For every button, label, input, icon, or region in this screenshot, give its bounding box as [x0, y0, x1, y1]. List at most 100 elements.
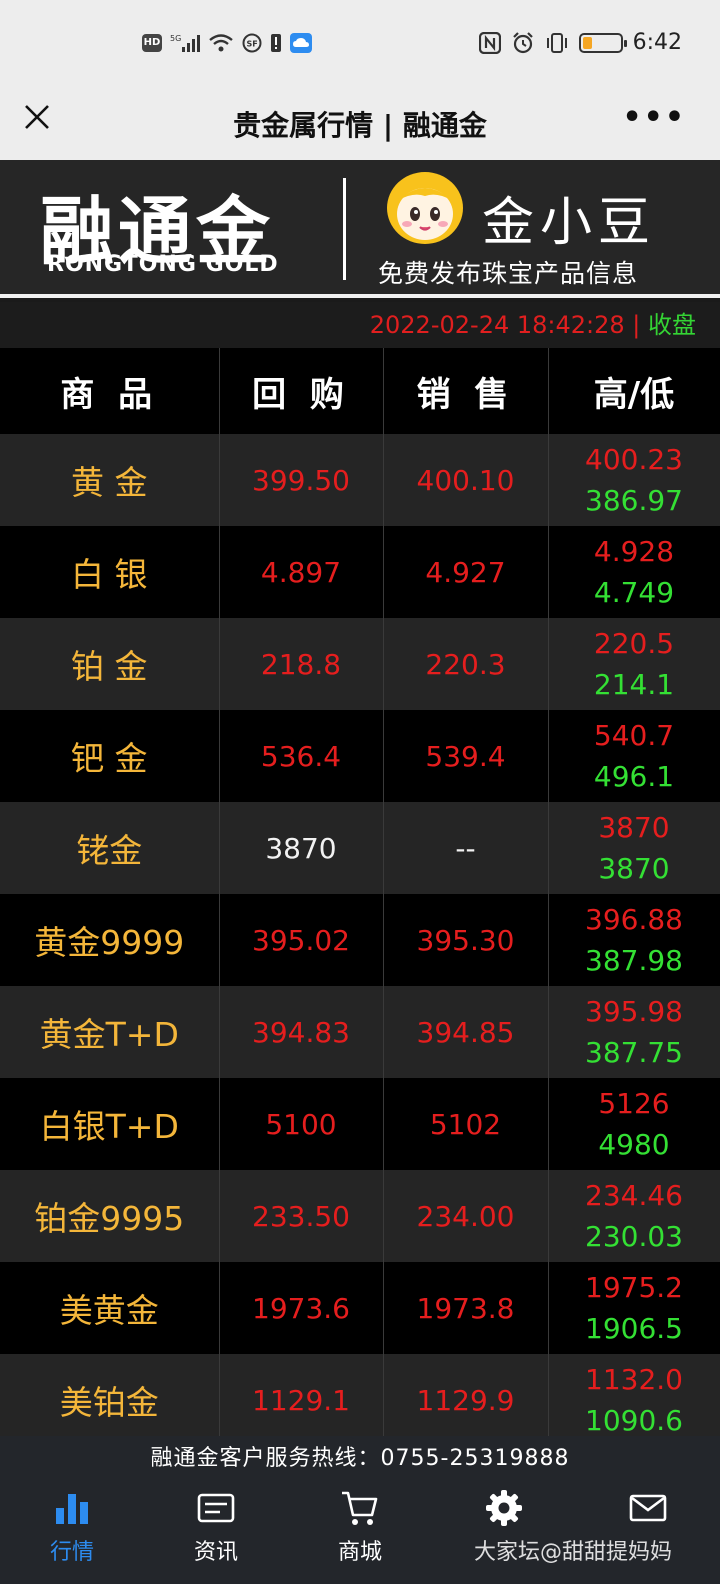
buyback-price: 218.8 [219, 618, 384, 710]
table-row[interactable]: 铑金 3870 -- 3870 3870 [0, 802, 720, 894]
news-card-icon [197, 1493, 235, 1523]
table-row[interactable]: 钯 金 536.4 539.4 540.7 496.1 [0, 710, 720, 802]
update-timestamp: 2022-02-24 18:42:28 [369, 311, 625, 339]
status-bar: HD 5G SF 6:42 [0, 0, 720, 90]
low-price: 214.1 [593, 668, 675, 701]
webview-nav-bar: 贵金属行情 | 融通金 ••• [0, 90, 720, 160]
col-header-high-low: 高/低 [548, 348, 720, 434]
svg-text:SF: SF [247, 40, 258, 49]
tab-label: 商城 [337, 1540, 382, 1565]
low-price: 1090.6 [585, 1404, 683, 1437]
buyback-price: 1129.1 [219, 1354, 384, 1446]
high-low-cell: 234.46 230.03 [548, 1170, 720, 1262]
sell-price: 394.85 [383, 986, 549, 1078]
table-row[interactable]: 白银T+D 5100 5102 5126 4980 [0, 1078, 720, 1170]
page-title: 贵金属行情 | 融通金 [233, 109, 487, 142]
buyback-price: 536.4 [219, 710, 384, 802]
buyback-price: 394.83 [219, 986, 384, 1078]
high-price: 234.46 [585, 1179, 683, 1212]
tab-mall[interactable]: 商城 [288, 1482, 432, 1584]
product-name: 黄 金 [0, 434, 220, 526]
low-price: 3870 [598, 852, 670, 885]
more-menu-button[interactable]: ••• [622, 100, 686, 135]
col-header-buyback: 回 购 [219, 348, 384, 434]
clock: 6:42 [632, 30, 682, 55]
high-low-cell: 1132.0 1090.6 [548, 1354, 720, 1446]
status-right-icons: 6:42 [478, 30, 682, 55]
watermark-text: 大家坛@甜甜提妈妈 [474, 1540, 673, 1565]
low-price: 1906.5 [585, 1312, 683, 1345]
high-price: 395.98 [585, 995, 683, 1028]
buyback-price: 399.50 [219, 434, 384, 526]
col-header-sell: 销 售 [383, 348, 549, 434]
product-name: 黄金T+D [0, 986, 220, 1078]
price-table: 商 品 回 购 销 售 高/低 黄 金 399.50 400.10 400.23 386… [0, 348, 720, 1446]
table-row[interactable]: 黄金9999 395.02 395.30 396.88 387.98 [0, 894, 720, 986]
signal-5g-icon: 5G [170, 34, 200, 52]
product-name: 铂金9995 [0, 1170, 220, 1262]
vibrate-icon [546, 32, 567, 53]
high-low-cell: 3870 3870 [548, 802, 720, 894]
mascot-brand-text: 金小豆 [482, 193, 657, 253]
high-low-cell: 4.928 4.749 [548, 526, 720, 618]
low-price: 4.749 [593, 576, 675, 609]
tab-contact[interactable]: 联系 [576, 1482, 720, 1584]
product-name: 美铂金 [0, 1354, 220, 1446]
high-low-cell: 396.88 387.98 [548, 894, 720, 986]
high-price: 4.928 [593, 535, 675, 568]
mascot-icon [387, 172, 463, 244]
sf-icon: SF [242, 33, 262, 53]
table-row[interactable]: 美铂金 1129.1 1129.9 1132.0 1090.6 [0, 1354, 720, 1446]
sell-price: 5102 [383, 1078, 549, 1170]
high-low-cell: 220.5 214.1 [548, 618, 720, 710]
sell-price: 234.00 [383, 1170, 549, 1262]
service-hotline[interactable]: 融通金客户服务热线：0755-25319888 [0, 1436, 720, 1482]
sell-price: 539.4 [383, 710, 549, 802]
gear-icon [486, 1490, 522, 1526]
hd-icon: HD [142, 34, 162, 52]
buyback-price: 395.02 [219, 894, 384, 986]
cloud-icon [290, 33, 312, 53]
table-row[interactable]: 铂 金 218.8 220.3 220.5 214.1 [0, 618, 720, 710]
bar-chart-icon [56, 1494, 88, 1524]
buyback-price: 5100 [219, 1078, 384, 1170]
low-price: 387.98 [585, 944, 683, 977]
timestamp-separator: | [624, 311, 648, 339]
table-row[interactable]: 铂金9995 233.50 234.00 234.46 230.03 [0, 1170, 720, 1262]
product-name: 美黄金 [0, 1262, 220, 1354]
high-low-cell: 1975.2 1906.5 [548, 1262, 720, 1354]
high-low-cell: 540.7 496.1 [548, 710, 720, 802]
table-row[interactable]: 黄金T+D 394.83 394.85 395.98 387.75 [0, 986, 720, 1078]
tab-settings[interactable]: 设置 [432, 1482, 576, 1584]
table-row[interactable]: 美黄金 1973.6 1973.8 1975.2 1906.5 [0, 1262, 720, 1354]
sell-price: 1129.9 [383, 1354, 549, 1446]
table-row[interactable]: 黄 金 399.50 400.10 400.23 386.97 [0, 434, 720, 526]
wifi-icon [209, 34, 233, 52]
table-row[interactable]: 白 银 4.897 4.927 4.928 4.749 [0, 526, 720, 618]
low-price: 387.75 [585, 1036, 683, 1069]
battery-icon [578, 32, 627, 53]
tab-market[interactable]: 行情 [0, 1482, 144, 1584]
high-low-cell: 400.23 386.97 [548, 434, 720, 526]
sell-price: 4.927 [383, 526, 549, 618]
buyback-price: 1973.6 [219, 1262, 384, 1354]
low-price: 230.03 [585, 1220, 683, 1253]
buyback-price: 3870 [219, 802, 384, 894]
sell-price: 220.3 [383, 618, 549, 710]
tab-label: 行情 [49, 1540, 94, 1565]
product-name: 铑金 [0, 802, 220, 894]
status-left-icons: HD 5G SF [142, 33, 312, 53]
product-name: 白 银 [0, 526, 220, 618]
alert-icon [271, 34, 281, 52]
high-low-cell: 395.98 387.75 [548, 986, 720, 1078]
high-price: 396.88 [585, 903, 683, 936]
low-price: 4980 [598, 1128, 670, 1161]
high-price: 1975.2 [585, 1271, 683, 1304]
low-price: 386.97 [585, 484, 683, 517]
buyback-price: 233.50 [219, 1170, 384, 1262]
high-price: 5126 [598, 1087, 670, 1120]
col-header-product: 商 品 [0, 348, 220, 434]
product-name: 黄金9999 [0, 894, 220, 986]
high-price: 540.7 [593, 719, 675, 752]
tab-news[interactable]: 资讯 [144, 1482, 288, 1584]
